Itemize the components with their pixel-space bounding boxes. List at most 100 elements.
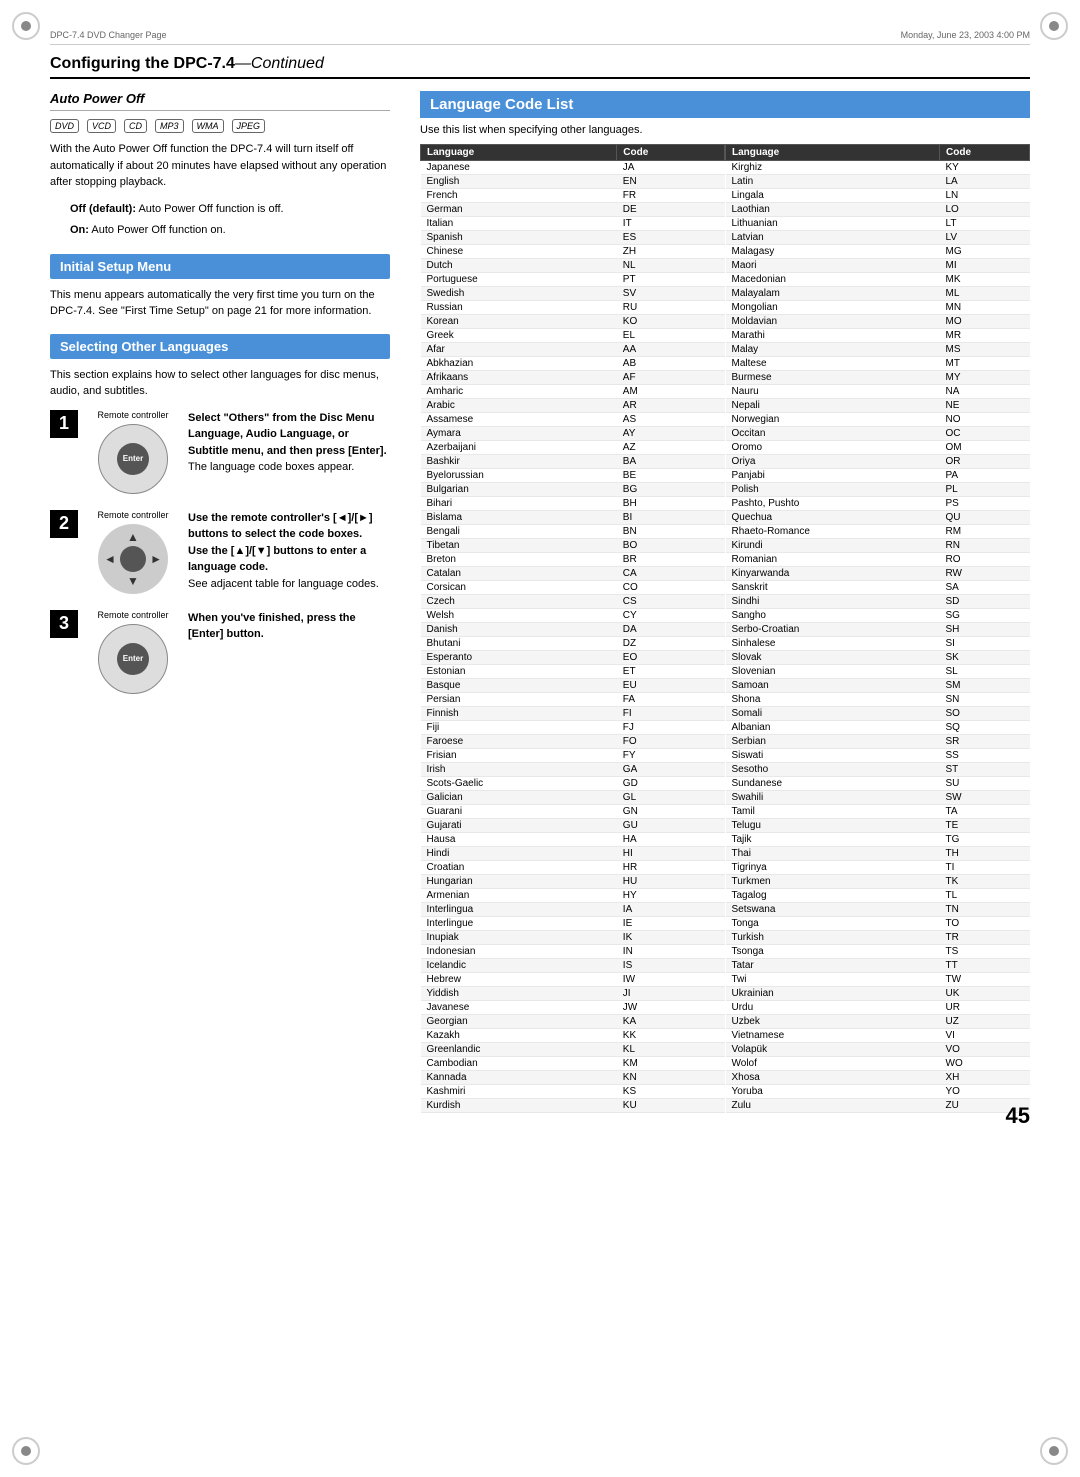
dvd-icon: DVD	[50, 119, 79, 133]
lang-name: Norwegian	[726, 413, 940, 427]
lang-name: Malayalam	[726, 287, 940, 301]
table-row: MaoriMI	[726, 259, 1030, 273]
lang-name: German	[421, 203, 617, 217]
lang-code: SL	[940, 665, 1030, 679]
lang-name: Nepali	[726, 399, 940, 413]
lang-name: Breton	[421, 553, 617, 567]
step-2-controller-label: Remote controller	[97, 510, 168, 520]
lang-code: EU	[617, 679, 725, 693]
table-row: RussianRU	[421, 301, 725, 315]
lang-name: Scots-Gaelic	[421, 777, 617, 791]
step-1-subtitle: The language code boxes appear.	[188, 461, 354, 473]
lang-code: FY	[617, 749, 725, 763]
lang-name: Slovenian	[726, 665, 940, 679]
lang-code: CA	[617, 567, 725, 581]
table-row: ArmenianHY	[421, 889, 725, 903]
table-row: XhosaXH	[726, 1071, 1030, 1085]
lang-name: Yiddish	[421, 987, 617, 1001]
lang-name: Romanian	[726, 553, 940, 567]
table-row: AssameseAS	[421, 413, 725, 427]
lang-name: Latin	[726, 175, 940, 189]
lang-code: SA	[940, 581, 1030, 595]
lang-name: Amharic	[421, 385, 617, 399]
lang-code: TR	[940, 931, 1030, 945]
lang-code: SW	[940, 791, 1030, 805]
lang-code: HU	[617, 875, 725, 889]
lang-code: OR	[940, 455, 1030, 469]
lang-name: Interlingue	[421, 917, 617, 931]
lang-code: TN	[940, 903, 1030, 917]
table-row: ItalianIT	[421, 217, 725, 231]
step-3-title: When you've finished, press the [Enter] …	[188, 612, 356, 641]
table-row: HindiHI	[421, 847, 725, 861]
lang-code: SU	[940, 777, 1030, 791]
lang-name: Mongolian	[726, 301, 940, 315]
table-row: MalagasyMG	[726, 245, 1030, 259]
lang-name: Fiji	[421, 721, 617, 735]
lang-name: Bulgarian	[421, 483, 617, 497]
lang-code: KM	[617, 1057, 725, 1071]
table-row: MalayalamML	[726, 287, 1030, 301]
lang-name: Urdu	[726, 1001, 940, 1015]
lang-name: Oriya	[726, 455, 940, 469]
lang-code: AB	[617, 357, 725, 371]
lang-code: HA	[617, 833, 725, 847]
enter-button-1[interactable]: Enter	[117, 443, 149, 475]
table-row: JavaneseJW	[421, 1001, 725, 1015]
lang-name: Arabic	[421, 399, 617, 413]
lang-name: Bashkir	[421, 455, 617, 469]
lang-code: FR	[617, 189, 725, 203]
table-row: WolofWO	[726, 1057, 1030, 1071]
lang-name: Twi	[726, 973, 940, 987]
lang-name: Bengali	[421, 525, 617, 539]
lang-code: SG	[940, 609, 1030, 623]
lang-name: French	[421, 189, 617, 203]
lang-name: Abkhazian	[421, 357, 617, 371]
lang-code: BN	[617, 525, 725, 539]
step-2-text: Use the remote controller's [◄]/[►] butt…	[188, 510, 390, 593]
lang-code: YO	[940, 1085, 1030, 1099]
lang-code: GN	[617, 805, 725, 819]
lang-code: PL	[940, 483, 1030, 497]
lang-name: Moldavian	[726, 315, 940, 329]
lang-code: AY	[617, 427, 725, 441]
table-row: RomanianRO	[726, 553, 1030, 567]
lang-code: HI	[617, 847, 725, 861]
table-row: TamilTA	[726, 805, 1030, 819]
table-row: TsongaTS	[726, 945, 1030, 959]
step-2-number: 2	[50, 510, 78, 538]
arrow-down-icon: ▼	[127, 574, 139, 588]
step-1-controller: Remote controller Enter	[88, 410, 178, 494]
lang-name: Nauru	[726, 385, 940, 399]
table-row: IndonesianIN	[421, 945, 725, 959]
table-row: NepaliNE	[726, 399, 1030, 413]
table-row: DanishDA	[421, 623, 725, 637]
lang-code: ET	[617, 665, 725, 679]
table-row: UkrainianUK	[726, 987, 1030, 1001]
lang-name: Frisian	[421, 749, 617, 763]
table-row: InterlingueIE	[421, 917, 725, 931]
lang-name: Guarani	[421, 805, 617, 819]
lang-name: Armenian	[421, 889, 617, 903]
table-row: BhutaniDZ	[421, 637, 725, 651]
lang-name: Croatian	[421, 861, 617, 875]
lang-code: AA	[617, 343, 725, 357]
lang-name: Tagalog	[726, 889, 940, 903]
lang-code: SS	[940, 749, 1030, 763]
lang-code: TH	[940, 847, 1030, 861]
page-heading: Configuring the DPC-7.4—Continued	[50, 55, 1030, 79]
lang-name: Tatar	[726, 959, 940, 973]
lang-code: EO	[617, 651, 725, 665]
lang-code: KN	[617, 1071, 725, 1085]
lang-name: Kannada	[421, 1071, 617, 1085]
table-row: IcelandicIS	[421, 959, 725, 973]
lang-name: Afar	[421, 343, 617, 357]
lang-code: IT	[617, 217, 725, 231]
lang-name: Ukrainian	[726, 987, 940, 1001]
enter-button-3[interactable]: Enter	[117, 643, 149, 675]
lang-code: JW	[617, 1001, 725, 1015]
table-row: KirundiRN	[726, 539, 1030, 553]
arrow-right-icon: ►	[150, 552, 162, 566]
lang-code: NO	[940, 413, 1030, 427]
table-row: VietnameseVI	[726, 1029, 1030, 1043]
